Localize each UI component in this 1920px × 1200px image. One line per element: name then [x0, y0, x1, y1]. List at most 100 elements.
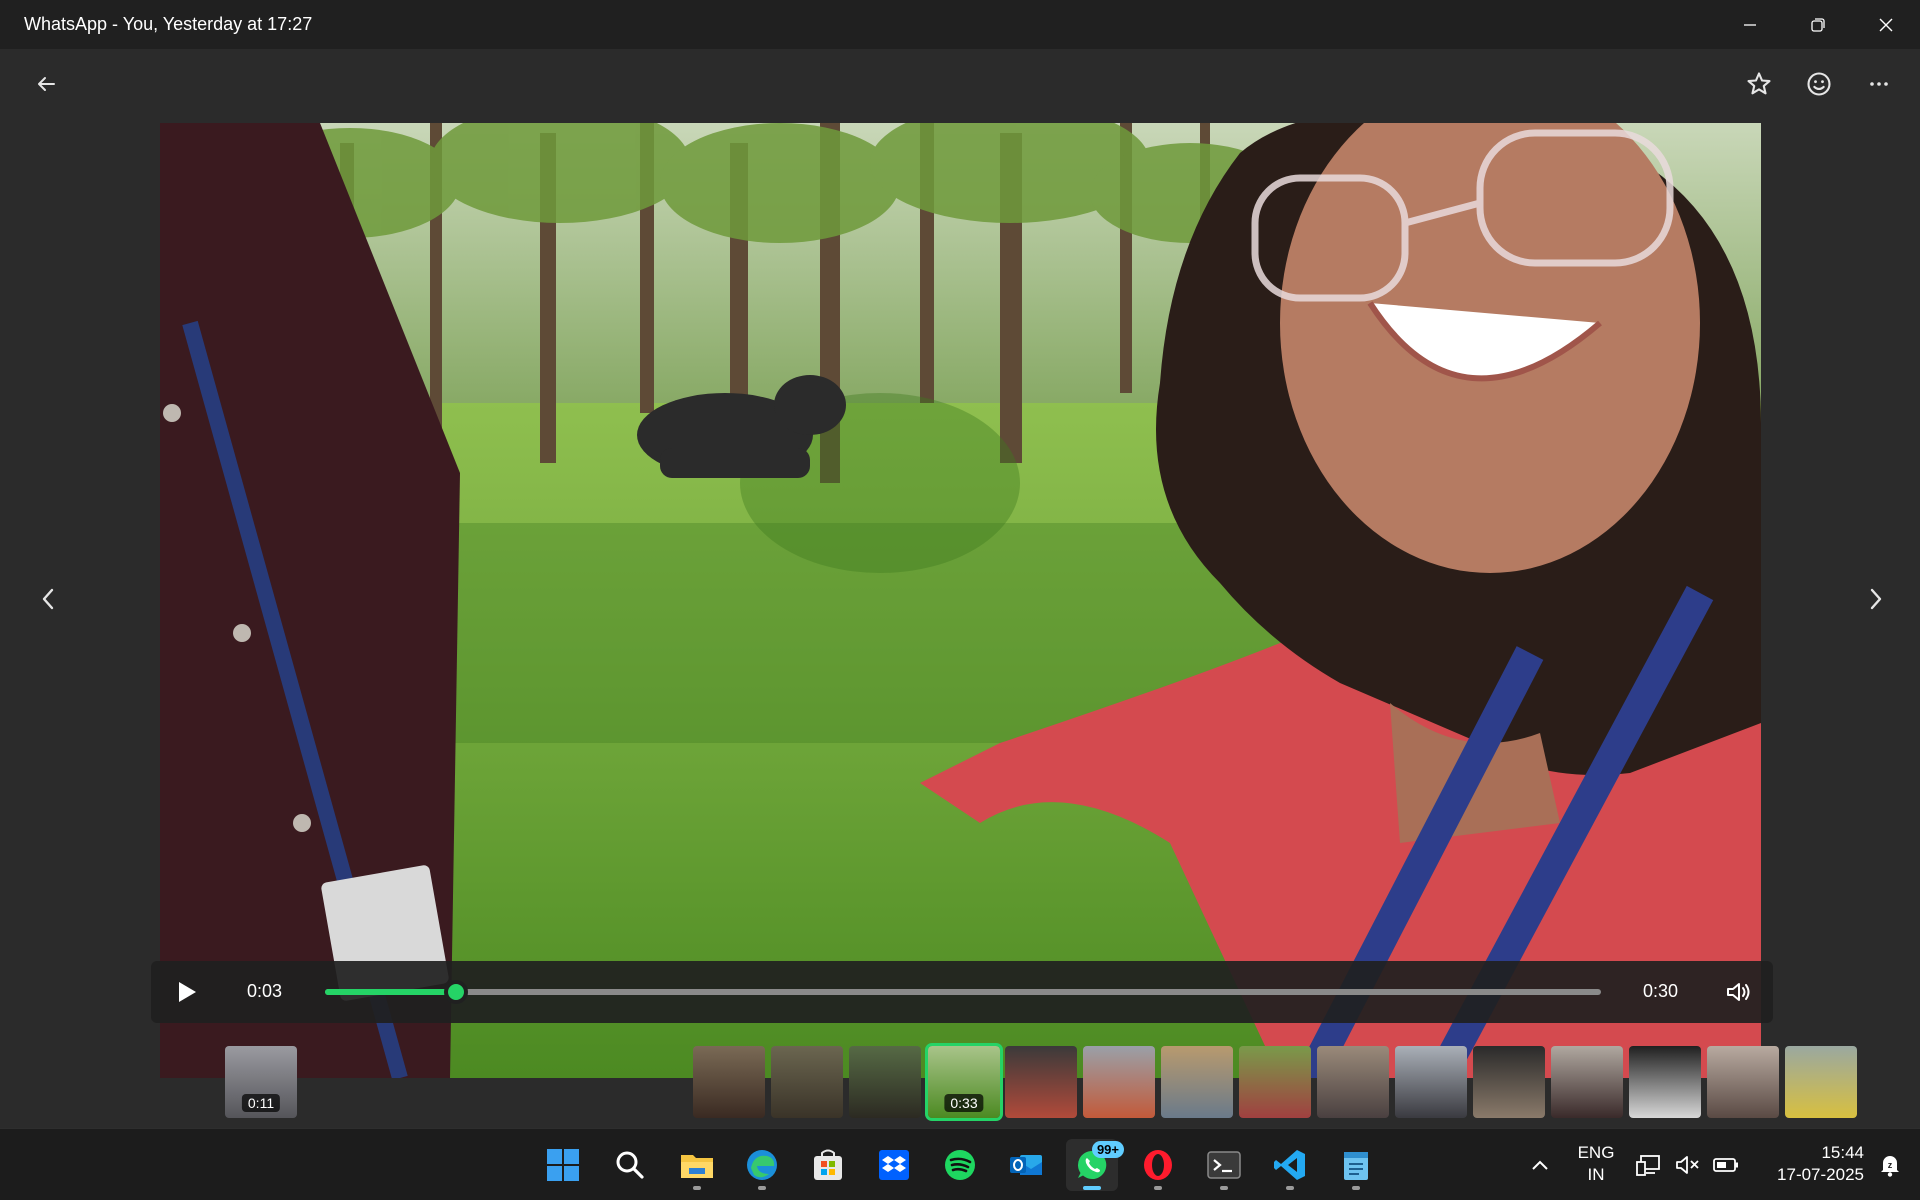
opera-icon [1144, 1150, 1172, 1180]
start-button[interactable] [537, 1139, 589, 1191]
back-arrow-icon [38, 77, 55, 91]
clock-button[interactable]: 15:44 17-07-2025 [1756, 1142, 1864, 1186]
running-indicator [693, 1186, 701, 1190]
restore-icon [1811, 17, 1825, 32]
seek-bar-progress [325, 989, 457, 995]
thumbnail-video[interactable]: 0:11 [225, 1046, 297, 1118]
windows-taskbar: 99+ ENG IN 15:44 17-07-2025 z [0, 1128, 1920, 1200]
viewer-toolbar [0, 49, 1920, 121]
close-button[interactable] [1852, 0, 1920, 49]
windows-start-icon [547, 1149, 579, 1181]
thumbnail-image[interactable] [1629, 1046, 1701, 1118]
taskbar-whatsapp[interactable]: 99+ [1066, 1139, 1124, 1191]
thumbnail-image[interactable] [1785, 1046, 1857, 1118]
microsoft-store-icon [814, 1149, 842, 1180]
spotify-icon [945, 1150, 975, 1180]
notification-bell-icon: z [1881, 1156, 1899, 1177]
duration-time: 0:30 [1643, 981, 1679, 1001]
taskbar-edge[interactable] [736, 1139, 788, 1191]
search-icon [616, 1151, 644, 1179]
thumbnail-image[interactable] [693, 1046, 765, 1118]
running-indicator [1154, 1186, 1162, 1190]
thumbnail-image[interactable] [771, 1046, 843, 1118]
thumbnail-image[interactable] [1317, 1046, 1389, 1118]
volume-button[interactable] [1717, 970, 1761, 1014]
running-indicator [1220, 1186, 1228, 1190]
running-indicator [758, 1186, 766, 1190]
chevron-up-icon [1532, 1160, 1548, 1170]
file-explorer-icon [681, 1155, 713, 1178]
taskbar-dropbox[interactable] [868, 1139, 920, 1191]
taskbar-vscode[interactable] [1264, 1139, 1316, 1191]
battery-icon [1713, 1158, 1738, 1172]
volume-icon [1727, 983, 1750, 1001]
thumbnail-image[interactable] [1395, 1046, 1467, 1118]
taskbar-terminal[interactable] [1198, 1139, 1250, 1191]
taskbar-spotify[interactable] [934, 1139, 986, 1191]
emoji-icon [1807, 72, 1831, 96]
back-button[interactable] [24, 62, 68, 106]
more-options-button[interactable] [1857, 62, 1901, 106]
more-icon [1870, 82, 1888, 86]
unread-badge: 99+ [1091, 1141, 1124, 1158]
thumbnail-image[interactable] [1707, 1046, 1779, 1118]
clock-time: 15:44 [1821, 1143, 1864, 1162]
thumbnail-video-selected[interactable]: 0:33 [925, 1043, 1003, 1121]
input-language-button[interactable]: ENG IN [1576, 1142, 1616, 1186]
thumbnail-image[interactable] [1473, 1046, 1545, 1118]
minimize-button[interactable] [1716, 0, 1784, 49]
close-icon [1879, 18, 1893, 31]
notepad-icon [1344, 1152, 1368, 1180]
star-button[interactable] [1737, 62, 1781, 106]
running-indicator [1352, 1186, 1360, 1190]
chevron-left-icon [42, 588, 54, 610]
minimize-icon [1744, 23, 1756, 26]
taskbar-outlook[interactable] [1000, 1139, 1052, 1191]
play-icon [179, 982, 196, 1002]
thumbnail-image[interactable] [849, 1046, 921, 1118]
thumbnail-image[interactable] [1083, 1046, 1155, 1118]
notifications-button[interactable]: z [1868, 1139, 1912, 1191]
language-code: ENG [1577, 1143, 1615, 1162]
volume-muted-icon [1676, 1156, 1699, 1174]
running-indicator [1286, 1186, 1294, 1190]
outlook-icon [1010, 1155, 1042, 1175]
svg-text:z: z [1888, 1160, 1893, 1170]
clock-date: 17-07-2025 [1777, 1165, 1864, 1184]
battery-button[interactable] [1704, 1139, 1748, 1191]
thumbnail-duration: 0:33 [944, 1094, 984, 1112]
thumbnail-image[interactable] [1161, 1046, 1233, 1118]
thumbnail-image[interactable] [1005, 1046, 1077, 1118]
window-titlebar: WhatsApp - You, Yesterday at 17:27 [0, 0, 1920, 49]
taskbar-notepad[interactable] [1330, 1139, 1382, 1191]
current-time: 0:03 [247, 981, 283, 1001]
taskbar-file-explorer[interactable] [671, 1139, 723, 1191]
video-frame[interactable] [160, 123, 1761, 1078]
taskbar-search-button[interactable] [604, 1139, 656, 1191]
media-thumbnail-strip: 0:11 0:33 [0, 1040, 1920, 1121]
thumbnail-image[interactable] [1239, 1046, 1311, 1118]
restore-button[interactable] [1784, 0, 1852, 49]
network-icon [1636, 1155, 1660, 1176]
show-hidden-icons-button[interactable] [1514, 1139, 1566, 1191]
running-indicator [1083, 1186, 1101, 1190]
chevron-right-icon [1870, 588, 1882, 610]
dropbox-icon [879, 1150, 909, 1180]
play-button[interactable] [165, 970, 209, 1014]
next-media-button[interactable] [1856, 569, 1896, 629]
window-controls [1716, 0, 1920, 49]
media-viewer: 0:03 0:30 0:11 0:33 [0, 49, 1920, 1128]
taskbar-microsoft-store[interactable] [802, 1139, 854, 1191]
previous-media-button[interactable] [28, 569, 68, 629]
seek-handle[interactable] [444, 980, 469, 1004]
terminal-icon [1207, 1151, 1241, 1179]
network-button[interactable] [1626, 1139, 1670, 1191]
taskbar-opera[interactable] [1132, 1139, 1184, 1191]
react-button[interactable] [1797, 62, 1841, 106]
thumbnail-image[interactable] [1551, 1046, 1623, 1118]
star-icon [1747, 72, 1771, 95]
window-title: WhatsApp - You, Yesterday at 17:27 [24, 14, 313, 34]
thumbnail-duration: 0:11 [241, 1094, 281, 1112]
video-image [160, 123, 1761, 1078]
seek-bar[interactable] [325, 980, 1601, 1004]
